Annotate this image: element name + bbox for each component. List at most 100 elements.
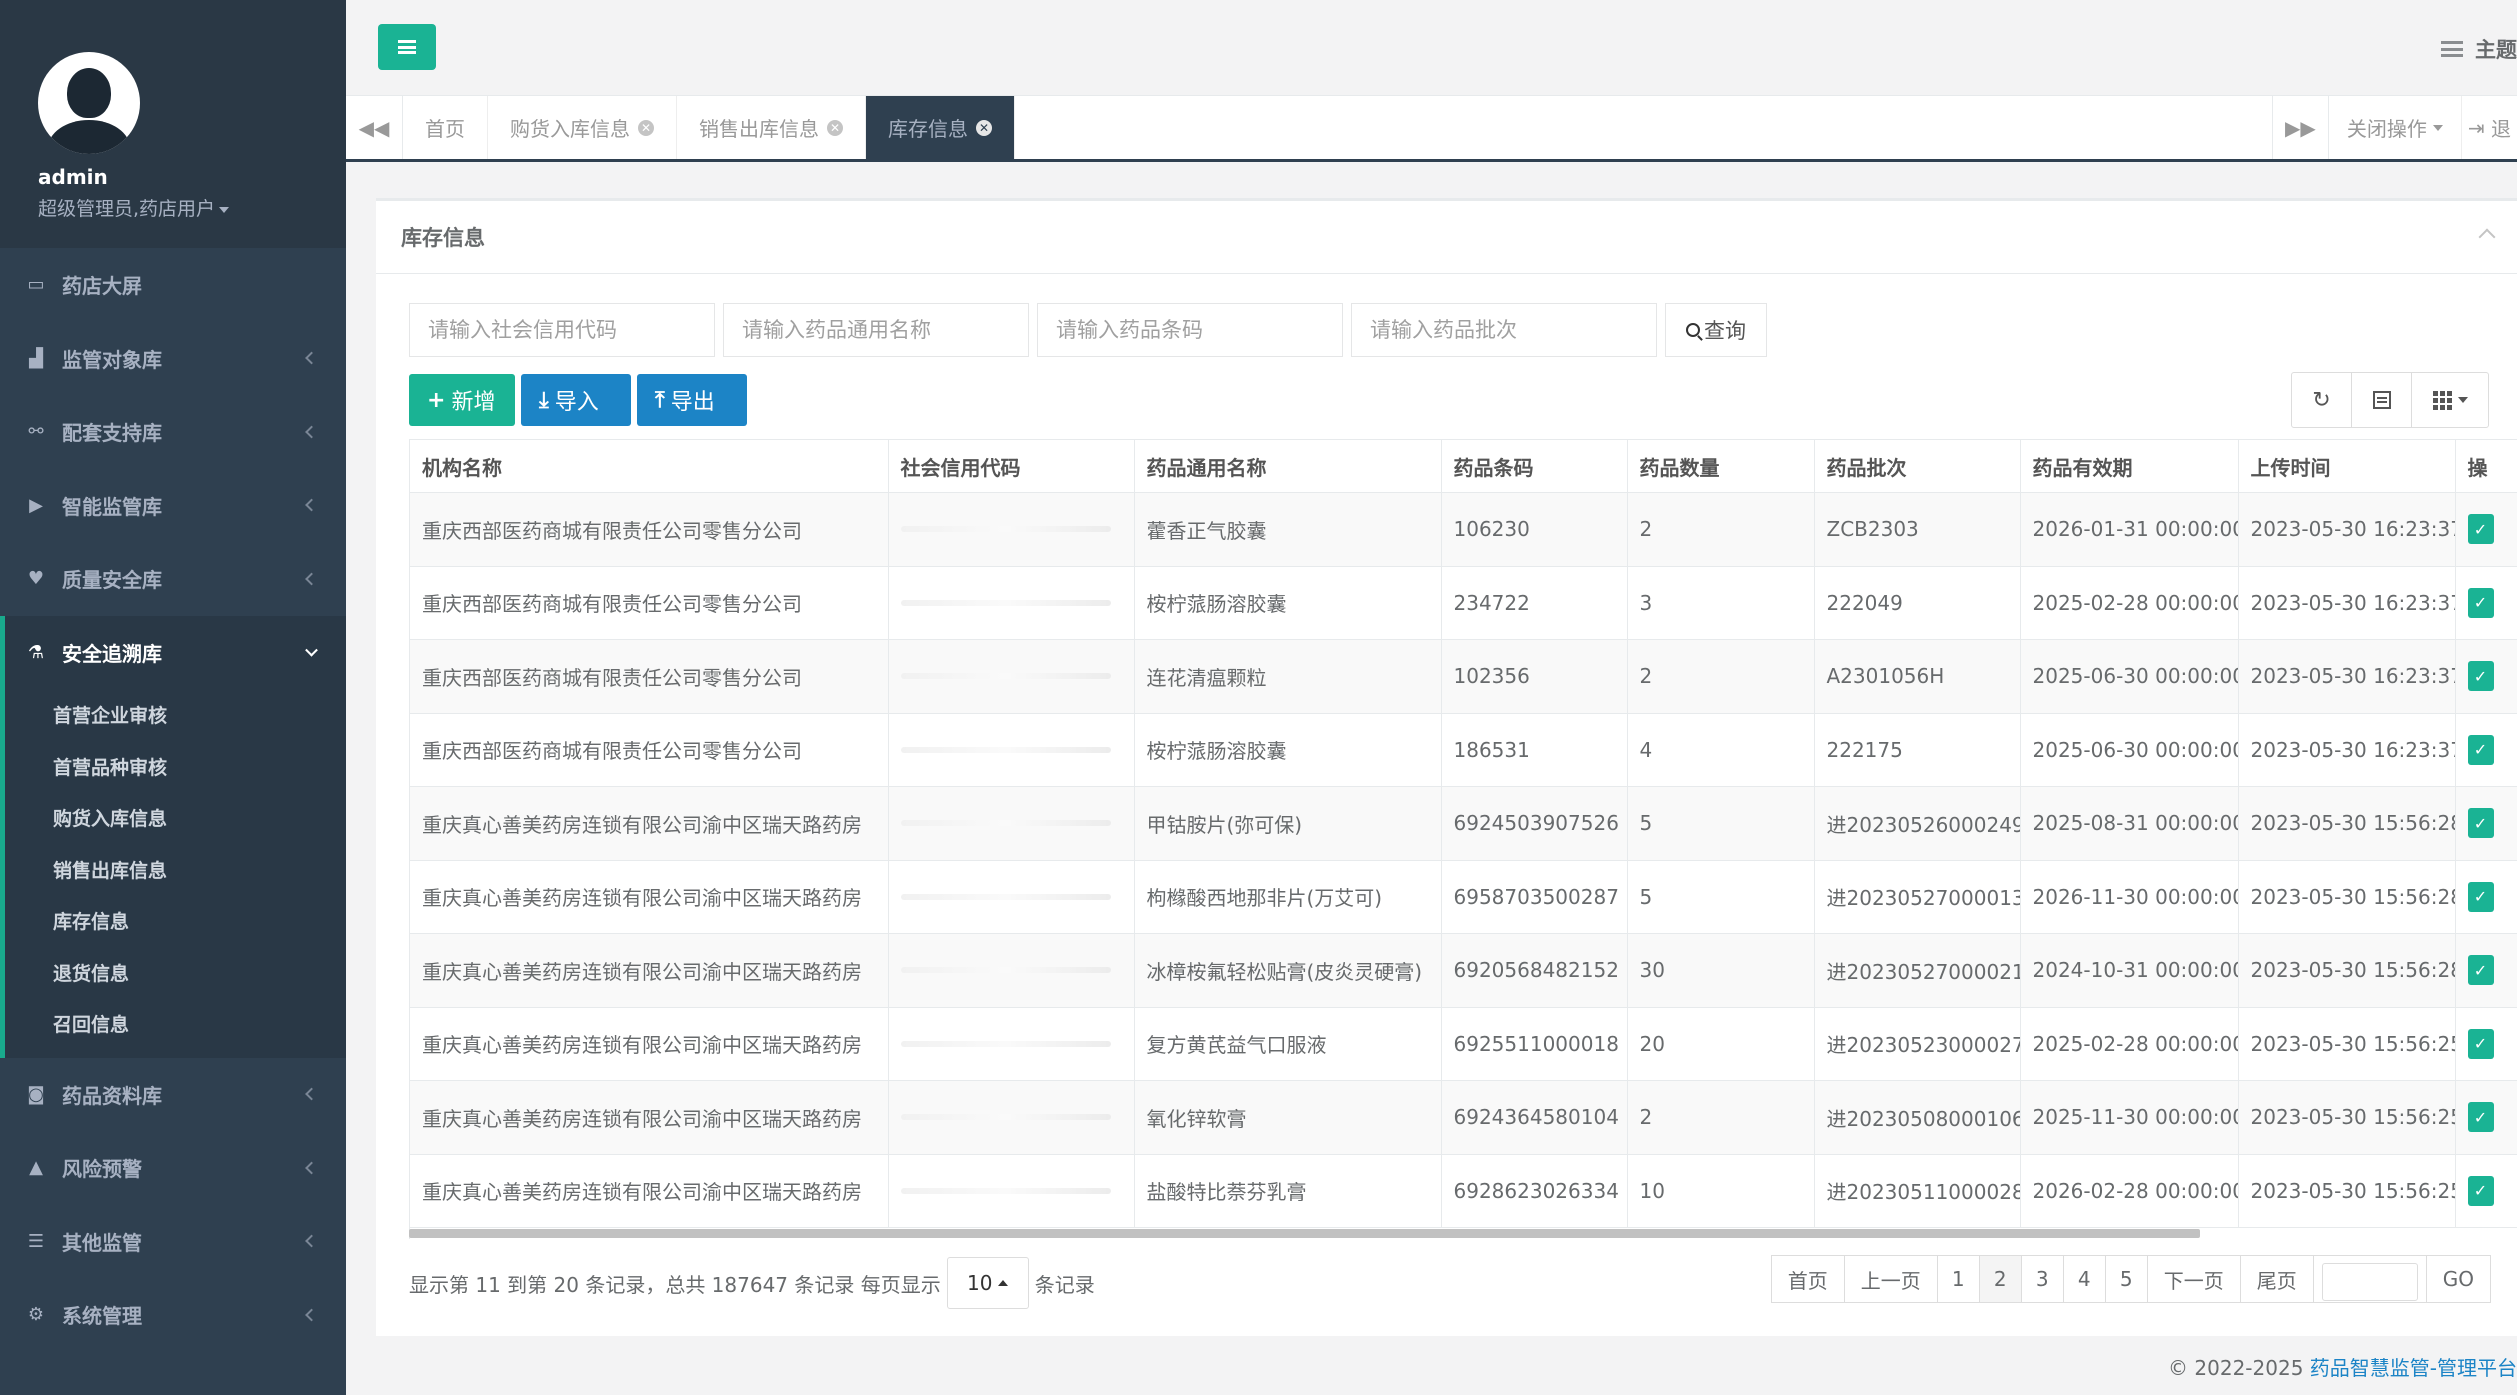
cell-expiry: 2025-02-28 00:00:00 — [2020, 566, 2239, 640]
columns-dropdown[interactable] — [2412, 373, 2488, 427]
page-number-button-current[interactable]: 2 — [1978, 1255, 2022, 1303]
edit-check-icon[interactable]: ✓ — [2467, 514, 2494, 545]
refresh-button[interactable]: ↻ — [2292, 373, 2352, 427]
submenu-item-sales-out[interactable]: 销售出库信息 — [5, 844, 346, 896]
edit-check-icon[interactable]: ✓ — [2467, 1028, 2494, 1059]
column-header-barcode[interactable]: 药品条码 — [1441, 439, 1628, 493]
credit-code-input[interactable] — [409, 303, 715, 357]
sidebar-item-other-supervision[interactable]: ☰ 其他监管 — [0, 1205, 346, 1279]
panel-title: 库存信息 — [401, 226, 485, 250]
column-header-upload-time[interactable]: 上传时间 — [2238, 439, 2456, 493]
sidebar-item-dashboard[interactable]: ▭ 药店大屏 — [0, 248, 346, 322]
cell-quantity: 2 — [1627, 492, 1815, 567]
page-number-button[interactable]: 3 — [2020, 1255, 2064, 1303]
edit-check-icon[interactable]: ✓ — [2467, 955, 2494, 986]
edit-check-icon[interactable]: ✓ — [2467, 1175, 2494, 1206]
submenu-item-recall[interactable]: 召回信息 — [5, 998, 346, 1050]
column-header-credit-code[interactable]: 社会信用代码 — [888, 439, 1135, 493]
toggle-view-button[interactable] — [2352, 373, 2412, 427]
add-button[interactable]: + 新增 — [409, 374, 515, 426]
sidebar-item-risk-warning[interactable]: ▲ 风险预警 — [0, 1131, 346, 1205]
tab-purchase-in[interactable]: 购货入库信息 ✕ — [488, 96, 677, 159]
sidebar-item-label: 安全追溯库 — [62, 641, 162, 666]
export-button[interactable]: ⤒ 导出 — [637, 374, 747, 426]
page-number-button[interactable]: 1 — [1936, 1255, 1980, 1303]
edit-check-icon[interactable]: ✓ — [2467, 734, 2494, 765]
sidebar-item-regulated-objects[interactable]: ▟ 监管对象库 — [0, 322, 346, 396]
table-row[interactable]: 重庆西部医药商城有限责任公司零售分公司 连花清瘟颗粒 102356 2 A2301056… — [410, 639, 2517, 714]
edit-check-icon[interactable]: ✓ — [2467, 1102, 2494, 1133]
sidebar-item-system[interactable]: ⚙ 系统管理 — [0, 1278, 346, 1352]
tab-inventory[interactable]: 库存信息 ✕ — [866, 96, 1015, 159]
avatar[interactable] — [38, 52, 140, 154]
submenu-item-purchase-in[interactable]: 购货入库信息 — [5, 792, 346, 844]
user-role-dropdown[interactable]: 超级管理员,药店用户 — [38, 194, 230, 221]
sidebar-item-smart-supervision[interactable]: ▶ 智能监管库 — [0, 469, 346, 543]
page-jump-input[interactable] — [2321, 1262, 2418, 1301]
table-row[interactable]: 重庆真心善美药房连锁有限公司渝中区瑞天路药房 复方黄芪益气口服液 692551100… — [410, 1007, 2517, 1081]
column-header-expiry[interactable]: 药品有效期 — [2020, 439, 2239, 493]
submenu-item-first-variety[interactable]: 首营品种审核 — [5, 741, 346, 793]
edit-check-icon[interactable]: ✓ — [2467, 808, 2494, 839]
cell-quantity: 4 — [1627, 713, 1815, 787]
tab-close-icon[interactable]: ✕ — [827, 119, 843, 136]
sidebar-item-support[interactable]: ⚯ 配套支持库 — [0, 395, 346, 469]
submenu-item-first-enterprise[interactable]: 首营企业审核 — [5, 689, 346, 741]
cell-expiry: 2025-11-30 00:00:00 — [2020, 1080, 2239, 1155]
close-operations-dropdown[interactable]: 关闭操作 — [2329, 96, 2462, 159]
collapse-icon[interactable] — [2478, 228, 2496, 246]
tab-home[interactable]: 首页 — [403, 96, 488, 159]
cell-quantity: 2 — [1627, 639, 1815, 714]
tabs-scroll-right-button[interactable]: ▶▶ — [2271, 96, 2329, 159]
column-header-org[interactable]: 机构名称 — [410, 439, 889, 493]
page-next-button[interactable]: 下一页 — [2146, 1255, 2241, 1303]
page-size-select[interactable]: 10 — [946, 1257, 1029, 1309]
column-header-quantity[interactable]: 药品数量 — [1627, 439, 1815, 493]
theme-button[interactable]: 主题 — [2441, 34, 2517, 64]
chevron-left-icon — [305, 425, 318, 439]
page-go-button[interactable]: GO — [2425, 1255, 2491, 1303]
table-row[interactable]: 重庆真心善美药房连锁有限公司渝中区瑞天路药房 盐酸特比萘芬乳膏 6928623026… — [410, 1154, 2517, 1228]
table-row[interactable]: 重庆真心善美药房连锁有限公司渝中区瑞天路药房 枸橼酸西地那非片(万艾可) 69587… — [410, 860, 2517, 934]
tab-sales-out[interactable]: 销售出库信息 ✕ — [677, 96, 866, 159]
edit-check-icon[interactable]: ✓ — [2467, 661, 2494, 692]
column-header-batch[interactable]: 药品批次 — [1814, 439, 2021, 493]
edit-check-icon[interactable]: ✓ — [2467, 881, 2494, 912]
table-row[interactable]: 重庆西部医药商城有限责任公司零售分公司 藿香正气胶囊 106230 2 ZCB2303 2… — [410, 492, 2517, 567]
sidebar-item-label: 药店大屏 — [62, 274, 142, 299]
submenu-item-inventory[interactable]: 库存信息 — [5, 895, 346, 947]
page-prev-button[interactable]: 上一页 — [1843, 1255, 1938, 1303]
chevron-left-icon — [305, 572, 318, 586]
sidebar-item-traceability[interactable]: ⚗ 安全追溯库 — [0, 615, 346, 689]
hamburger-icon — [398, 40, 416, 54]
batch-input[interactable] — [1351, 303, 1657, 357]
column-header-drug-name[interactable]: 药品通用名称 — [1134, 439, 1442, 493]
copyright-brand[interactable]: 药品智慧监管-管理平台 — [2310, 1356, 2517, 1380]
table-row[interactable]: 重庆西部医药商城有限责任公司零售分公司 桉柠蒎肠溶胶囊 186531 4 222175 2… — [410, 713, 2517, 787]
horizontal-scrollbar[interactable] — [409, 1229, 2200, 1238]
cell-drug-name: 甲钴胺片(弥可保) — [1134, 786, 1442, 861]
query-button[interactable]: 查询 — [1665, 303, 1767, 357]
tab-close-icon[interactable]: ✕ — [638, 119, 654, 136]
sign-out-icon: ⇥ — [2467, 115, 2485, 140]
page-last-button[interactable]: 尾页 — [2239, 1255, 2314, 1303]
sidebar-item-quality-safety[interactable]: ♥ 质量安全库 — [0, 542, 346, 616]
submenu-item-returns[interactable]: 退货信息 — [5, 947, 346, 999]
page-number-button[interactable]: 4 — [2062, 1255, 2106, 1303]
import-button[interactable]: ⤓ 导入 — [521, 374, 631, 426]
table-row[interactable]: 重庆真心善美药房连锁有限公司渝中区瑞天路药房 甲钴胺片(弥可保) 692450390… — [410, 786, 2517, 861]
drug-name-input[interactable] — [723, 303, 1029, 357]
page-number-button[interactable]: 5 — [2104, 1255, 2148, 1303]
search-form: 查询 — [409, 303, 1767, 357]
page-first-button[interactable]: 首页 — [1770, 1255, 1845, 1303]
sidebar-item-drug-data[interactable]: ◙ 药品资料库 — [0, 1058, 346, 1132]
tab-close-icon[interactable]: ✕ — [976, 119, 992, 136]
exit-button[interactable]: ⇥ 退 — [2462, 96, 2517, 159]
tabs-scroll-left-button[interactable]: ◀◀ — [346, 96, 403, 159]
edit-check-icon[interactable]: ✓ — [2467, 587, 2494, 618]
barcode-input[interactable] — [1037, 303, 1343, 357]
table-row[interactable]: 重庆西部医药商城有限责任公司零售分公司 桉柠蒎肠溶胶囊 234722 3 222049 2… — [410, 566, 2517, 640]
table-row[interactable]: 重庆真心善美药房连锁有限公司渝中区瑞天路药房 冰樟桉氟轻松贴膏(皮炎灵硬膏) 692… — [410, 933, 2517, 1008]
menu-toggle-button[interactable] — [378, 24, 436, 70]
table-row[interactable]: 重庆真心善美药房连锁有限公司渝中区瑞天路药房 氧化锌软膏 6924364580104… — [410, 1080, 2517, 1155]
